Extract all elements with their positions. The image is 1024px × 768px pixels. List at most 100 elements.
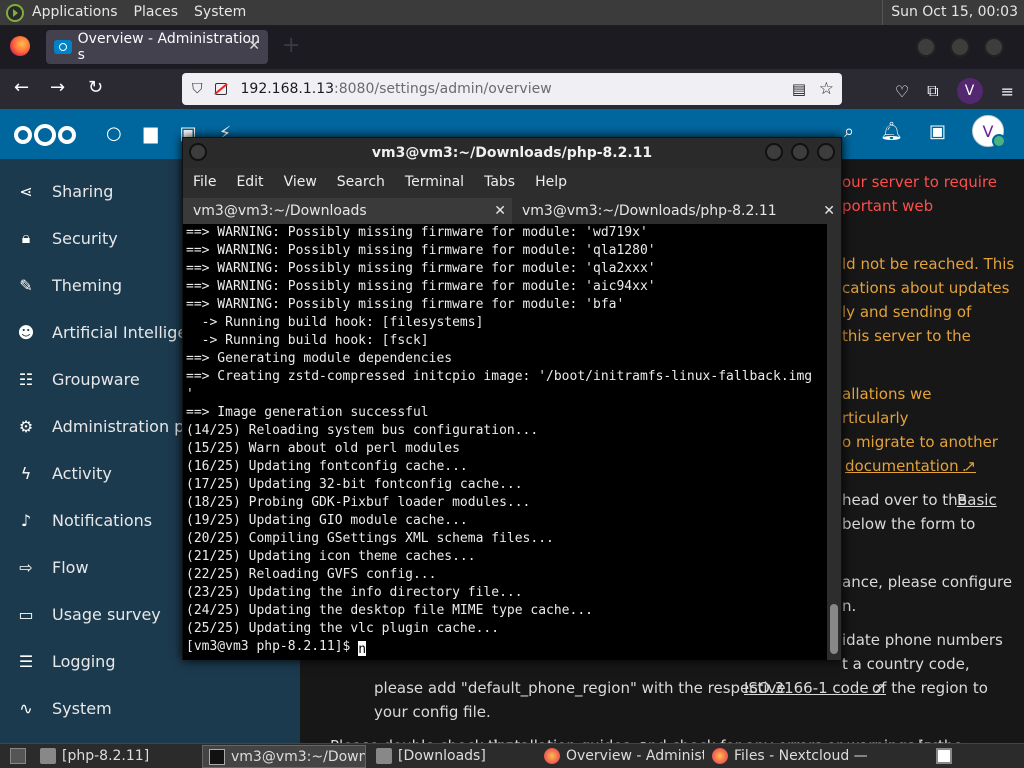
prompt-text: [vm3@vm3 php-8.2.11]$ [186,639,359,654]
close-window-button[interactable] [984,37,1004,57]
warning-text: o migrate to another [842,433,998,451]
bottom-taskbar: [php-8.2.11] vm3@vm3:~/Downl... [Downloa… [0,743,1024,768]
sidebar-item-label: Flow [52,557,89,577]
bell-icon: ♪ [20,510,32,530]
terminal-line: (21/25) Updating icon theme caches... [186,549,476,564]
close-window-button[interactable] [817,143,835,161]
firefox-icon [712,748,728,764]
sidebar-item-label: Theming [52,275,123,295]
close-tab-icon[interactable]: ✕ [494,198,506,224]
window-menu-button[interactable] [189,143,207,161]
window-controls [916,37,1004,57]
warning-text: allations we [842,385,932,403]
applications-menu[interactable]: Applications [24,0,126,25]
info-text: below the form to [842,515,976,533]
close-tab-icon[interactable]: ✕ [823,198,835,224]
terminal-line: ' [186,387,194,402]
browser-tab-overview[interactable]: Overview - Administration s ✕ [46,30,268,64]
sidebar-item-label: Security [52,228,118,248]
sidebar-item-label: Notifications [52,510,153,530]
iso-code-link[interactable]: ISO 3166-1 code ↗ [744,679,886,697]
menu-file[interactable]: File [183,174,226,190]
warning-text: our server to require [842,173,998,191]
maximize-button[interactable] [950,37,970,57]
reload-icon[interactable]: ↻ [88,77,103,98]
system-menu[interactable]: System [186,0,254,25]
taskbar-item-firefox-files[interactable]: Files - Nextcloud — ... [706,745,872,768]
minimize-button[interactable] [765,143,783,161]
search-icon[interactable]: ⌕ [844,121,854,142]
show-desktop-icon[interactable] [4,745,34,768]
pocket-icon[interactable]: ♡ [895,82,909,101]
terminal-tab-downloads[interactable]: vm3@vm3:~/Downloads ✕ [183,198,512,224]
panel-clock[interactable]: Sun Oct 15, 00:03 [882,0,1018,25]
insecure-lock-icon[interactable] [214,83,227,95]
menu-edit[interactable]: Edit [226,174,273,190]
menu-search[interactable]: Search [327,174,395,190]
terminal-line: ==> Creating zstd-compressed initcpio im… [186,369,813,384]
terminal-line: (16/25) Updating fontconfig cache... [186,459,468,474]
maximize-button[interactable] [791,143,809,161]
distro-logo-icon[interactable] [6,3,24,22]
menu-icon[interactable]: ≡ [1001,82,1014,101]
menu-help[interactable]: Help [525,174,577,190]
warning-text: rticularly [842,409,909,427]
firefox-icon[interactable] [10,36,30,56]
sidebar-item-label: System [52,698,112,718]
terminal-line: (25/25) Updating the vlc plugin cache... [186,621,500,636]
sidebar-item-system[interactable]: ∿ System [0,688,300,728]
new-tab-icon[interactable]: + [282,33,300,58]
terminal-icon [209,749,225,765]
menu-view[interactable]: View [274,174,327,190]
taskbar-item-php-folder[interactable]: [php-8.2.11] [34,745,198,768]
minimize-button[interactable] [916,37,936,57]
terminal-lines: ==> WARNING: Possibly missing firmware f… [186,224,827,638]
nav-toolbar: ← → ↻ ⛉ 192.168.1.13:8080/settings/admin… [0,69,1024,109]
forward-arrow-icon[interactable]: → [50,77,65,98]
places-menu[interactable]: Places [126,0,187,25]
scrollbar-thumb[interactable] [830,604,838,654]
terminal-line: (19/25) Updating GIO module cache... [186,513,468,528]
menu-tabs[interactable]: Tabs [474,174,525,190]
reader-view-icon[interactable]: ▤ [792,80,806,98]
browser-tab-title: Overview - Administration s [77,31,260,63]
basic-settings-link[interactable]: Basic [957,491,997,509]
url-bar[interactable]: ⛉ 192.168.1.13:8080/settings/admin/overv… [182,73,842,105]
share-icon: ⋖ [19,181,33,201]
close-tab-icon[interactable]: ✕ [248,38,260,54]
bookmark-star-icon[interactable]: ☆ [819,79,834,99]
workspace-switcher[interactable] [932,745,960,768]
taskbar-item-firefox-overview[interactable]: Overview - Administ... [538,745,704,768]
lock-icon: 🔒︎ [21,228,31,247]
notifications-bell-icon[interactable]: 🔔︎ [880,121,903,142]
menu-terminal[interactable]: Terminal [395,174,474,190]
back-arrow-icon[interactable]: ← [14,77,29,98]
lightning-icon: ϟ [20,463,32,483]
contacts-icon[interactable]: ▣ [929,121,946,142]
taskbar-item-terminal[interactable]: vm3@vm3:~/Downl... [202,745,366,768]
terminal-title: vm3@vm3:~/Downloads/php-8.2.11 [371,145,653,161]
monitor-icon: ▭ [18,604,34,624]
terminal-tab-php[interactable]: vm3@vm3:~/Downloads/php-8.2.11 ✕ [512,198,841,224]
folder-icon [40,748,56,764]
sidebar-item-label: Sharing [52,181,114,201]
documentation-link[interactable]: documentation ↗ [845,457,976,475]
user-avatar[interactable]: V [972,115,1006,148]
terminal-line: ==> WARNING: Possibly missing firmware f… [186,243,656,258]
account-avatar[interactable]: V [956,78,983,104]
terminal-output[interactable]: ==> WARNING: Possibly missing firmware f… [183,224,827,660]
info-text: of the region to [872,679,988,697]
files-icon[interactable]: ▆ [144,123,158,144]
nextcloud-header-right: ⌕ 🔔︎ ▣ V [844,115,1006,148]
info-text: please add "default_phone_region" with t… [374,679,786,697]
info-text: ance, please configure [842,573,1013,591]
taskbar-item-downloads-folder[interactable]: [Downloads] [370,745,534,768]
terminal-titlebar[interactable]: vm3@vm3:~/Downloads/php-8.2.11 [183,138,841,168]
pulse-icon: ∿ [19,698,33,718]
shield-icon[interactable]: ⛉ [192,81,203,97]
nextcloud-logo-icon[interactable] [14,124,76,147]
dashboard-icon[interactable]: ○ [106,123,122,144]
firefox-icon [544,748,560,764]
terminal-scrollbar[interactable] [827,224,841,660]
extensions-icon[interactable]: ⧉ [927,81,938,101]
